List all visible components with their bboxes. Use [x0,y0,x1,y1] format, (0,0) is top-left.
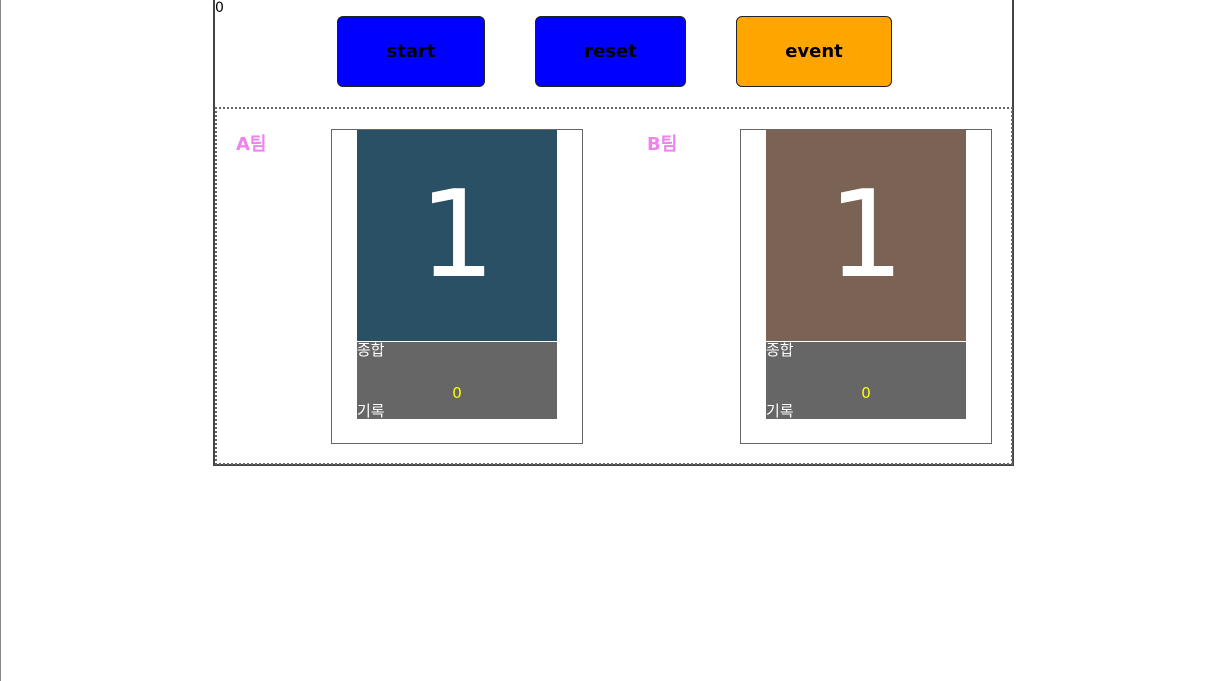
left-window-edge [0,0,1,681]
team-b-record-label: 기록 [766,402,794,420]
reset-button[interactable]: reset [535,16,686,87]
team-b-label: B팀 [647,134,678,155]
team-a-label: A팀 [236,134,267,155]
team-a-record-value: 0 [452,384,462,402]
start-button[interactable]: start [337,16,485,87]
team-b-card: 1 종합 0 기록 [740,129,992,444]
team-b-score: 1 [766,130,966,341]
team-b-record-value: 0 [861,384,871,402]
team-b-record-panel: 종합 0 기록 [766,341,966,420]
team-b-total-label: 종합 [766,341,794,359]
team-a-card: 1 종합 0 기록 [331,129,583,444]
team-a-record-label: 기록 [357,402,385,420]
team-a-score: 1 [357,130,557,341]
team-a-total-label: 종합 [357,341,385,359]
team-a-record-panel: 종합 0 기록 [357,341,557,420]
counter-text: 0 [215,0,224,16]
event-button[interactable]: event [736,16,892,87]
